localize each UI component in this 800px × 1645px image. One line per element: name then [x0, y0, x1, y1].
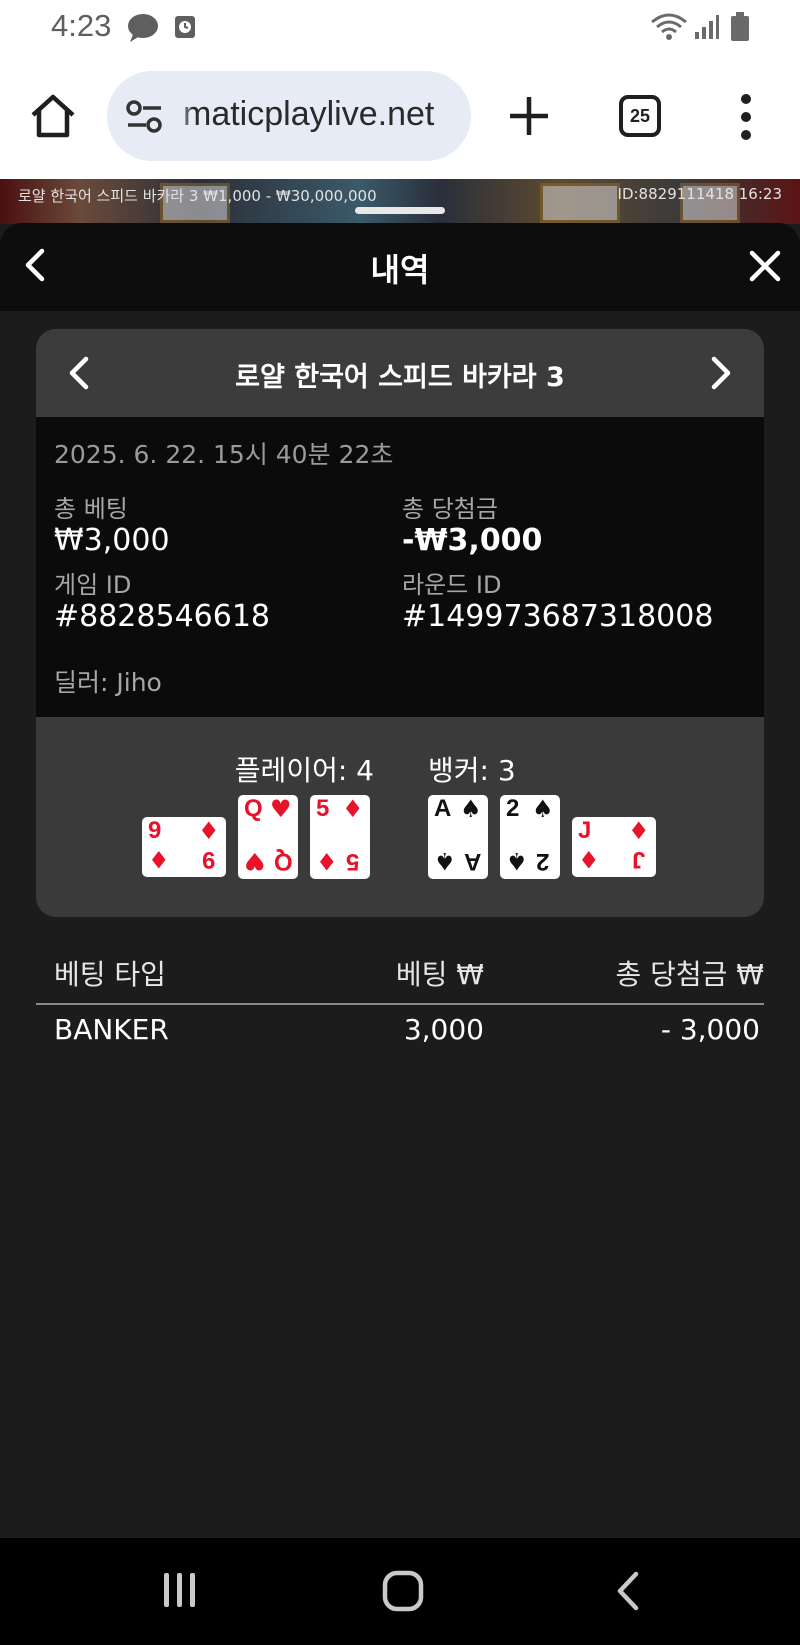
header-divider	[36, 1003, 764, 1005]
card-rank: Q	[274, 848, 293, 875]
player-card-2: Q ♥ ♥ Q	[238, 795, 298, 879]
signal-icon	[695, 15, 719, 39]
sheet-header: 내역	[0, 223, 800, 311]
card-rank: J	[632, 846, 646, 873]
player-card-1: 9 ♦ ♦ 9	[142, 817, 226, 877]
card-suit-icon: ♥	[244, 847, 266, 875]
round-datetime: 2025. 6. 22. 15시 40분 22초	[54, 440, 394, 469]
round-result: 플레이어: 4 뱅커: 3 9 ♦ ♦ 9 Q ♥ ♥ Q 5 ♦ ♦ 5 A ♠ ♠ A 2 ♠ ♠ 2 J ♦ ♦ J	[36, 717, 764, 917]
bet-amount-cell: 3,000	[403, 1013, 484, 1046]
card-suit-icon: ♦	[578, 845, 600, 873]
total-bet-label: 총 베팅	[54, 495, 128, 523]
close-icon[interactable]	[748, 249, 782, 283]
card-suit-icon: ♠	[460, 795, 482, 823]
card-rank: J	[578, 817, 592, 844]
card-suit-icon: ♠	[532, 795, 554, 823]
card-suit-icon: ♠	[506, 847, 528, 875]
alarm-icon	[175, 16, 195, 38]
game-background-strip: 로얄 한국어 스피드 바카라 3 ₩1,000 - ₩30,000,000 ID…	[0, 179, 800, 224]
bet-type-cell: BANKER	[54, 1013, 169, 1046]
decor-frame	[540, 183, 620, 223]
history-sheet: 내역 로얄 한국어 스피드 바카라 3 2025. 6. 22. 15시 40분…	[0, 223, 800, 1538]
recent-apps-icon[interactable]	[160, 1570, 200, 1610]
card-rank: 5	[316, 795, 330, 822]
round-id-value: #149973687318008	[402, 599, 714, 634]
status-time: 4:23	[51, 8, 112, 43]
card-suit-icon: ♦	[342, 795, 364, 823]
address-bar[interactable]: maticplaylive.net	[107, 71, 471, 161]
card-rank: A	[464, 848, 482, 875]
card-rank: 9	[202, 846, 216, 873]
card-suit-icon: ♦	[628, 817, 650, 845]
card-rank: 2	[506, 795, 520, 822]
banker-card-1: A ♠ ♠ A	[428, 795, 488, 879]
back-icon[interactable]	[612, 1570, 642, 1612]
card-rank: Q	[244, 795, 263, 822]
game-id-value: #8828546618	[54, 599, 271, 634]
system-navigation-bar	[0, 1538, 800, 1645]
card-suit-icon: ♥	[270, 795, 292, 823]
browser-toolbar: maticplaylive.net 25	[0, 55, 800, 179]
total-win-value: -₩3,000	[402, 523, 543, 558]
round-info: 2025. 6. 22. 15시 40분 22초 총 베팅 ₩3,000 총 당…	[36, 417, 764, 717]
status-bar: 4:23	[0, 0, 800, 55]
wifi-icon	[651, 13, 687, 40]
card-suit-icon: ♦	[198, 817, 220, 845]
table-name: 로얄 한국어 스피드 바카라 3	[235, 362, 565, 393]
total-bet-value: ₩3,000	[54, 523, 170, 558]
home-circle-icon[interactable]	[382, 1570, 424, 1612]
player-card-3: 5 ♦ ♦ 5	[310, 795, 370, 879]
chevron-right-icon[interactable]	[708, 353, 734, 393]
header-bet-amount: 베팅 ₩	[395, 958, 484, 991]
more-icon[interactable]	[738, 93, 754, 141]
chat-bubble-icon	[128, 14, 158, 42]
round-id-label: 라운드 ID	[402, 571, 502, 599]
game-table-info: 로얄 한국어 스피드 바카라 3 ₩1,000 - ₩30,000,000	[18, 187, 377, 205]
card-rank: 9	[148, 817, 162, 844]
card-navigation: 로얄 한국어 스피드 바카라 3	[36, 329, 764, 417]
header-bet-type: 베팅 타입	[54, 958, 166, 991]
card-rank: 5	[346, 848, 360, 875]
header-total-win: 총 당첨금 ₩	[615, 958, 764, 991]
url-fade	[173, 71, 193, 161]
battery-icon	[731, 12, 749, 41]
card-rank: A	[434, 795, 452, 822]
drag-handle[interactable]	[355, 207, 445, 214]
card-rank: 2	[536, 848, 550, 875]
win-amount-cell: - 3,000	[660, 1013, 760, 1046]
tabs-icon[interactable]: 25	[619, 95, 661, 137]
card-suit-icon: ♠	[434, 847, 456, 875]
player-score: 플레이어: 4	[234, 754, 374, 787]
url-text[interactable]: maticplaylive.net	[183, 95, 434, 134]
game-id-label: 게임 ID	[54, 571, 132, 599]
sheet-title: 내역	[370, 251, 430, 289]
home-icon[interactable]	[28, 91, 78, 141]
game-session-info: ID:8829111418 16:23	[617, 185, 782, 203]
history-card: 로얄 한국어 스피드 바카라 3 2025. 6. 22. 15시 40분 22…	[36, 329, 764, 917]
site-settings-icon[interactable]	[125, 99, 165, 135]
plus-icon[interactable]	[506, 93, 552, 139]
card-suit-icon: ♦	[316, 847, 338, 875]
banker-card-3: J ♦ ♦ J	[572, 817, 656, 877]
total-win-label: 총 당첨금	[402, 495, 498, 523]
dealer-name: 딜러: Jiho	[54, 668, 162, 697]
banker-score: 뱅커: 3	[428, 754, 516, 787]
card-suit-icon: ♦	[148, 845, 170, 873]
banker-card-2: 2 ♠ ♠ 2	[500, 795, 560, 879]
